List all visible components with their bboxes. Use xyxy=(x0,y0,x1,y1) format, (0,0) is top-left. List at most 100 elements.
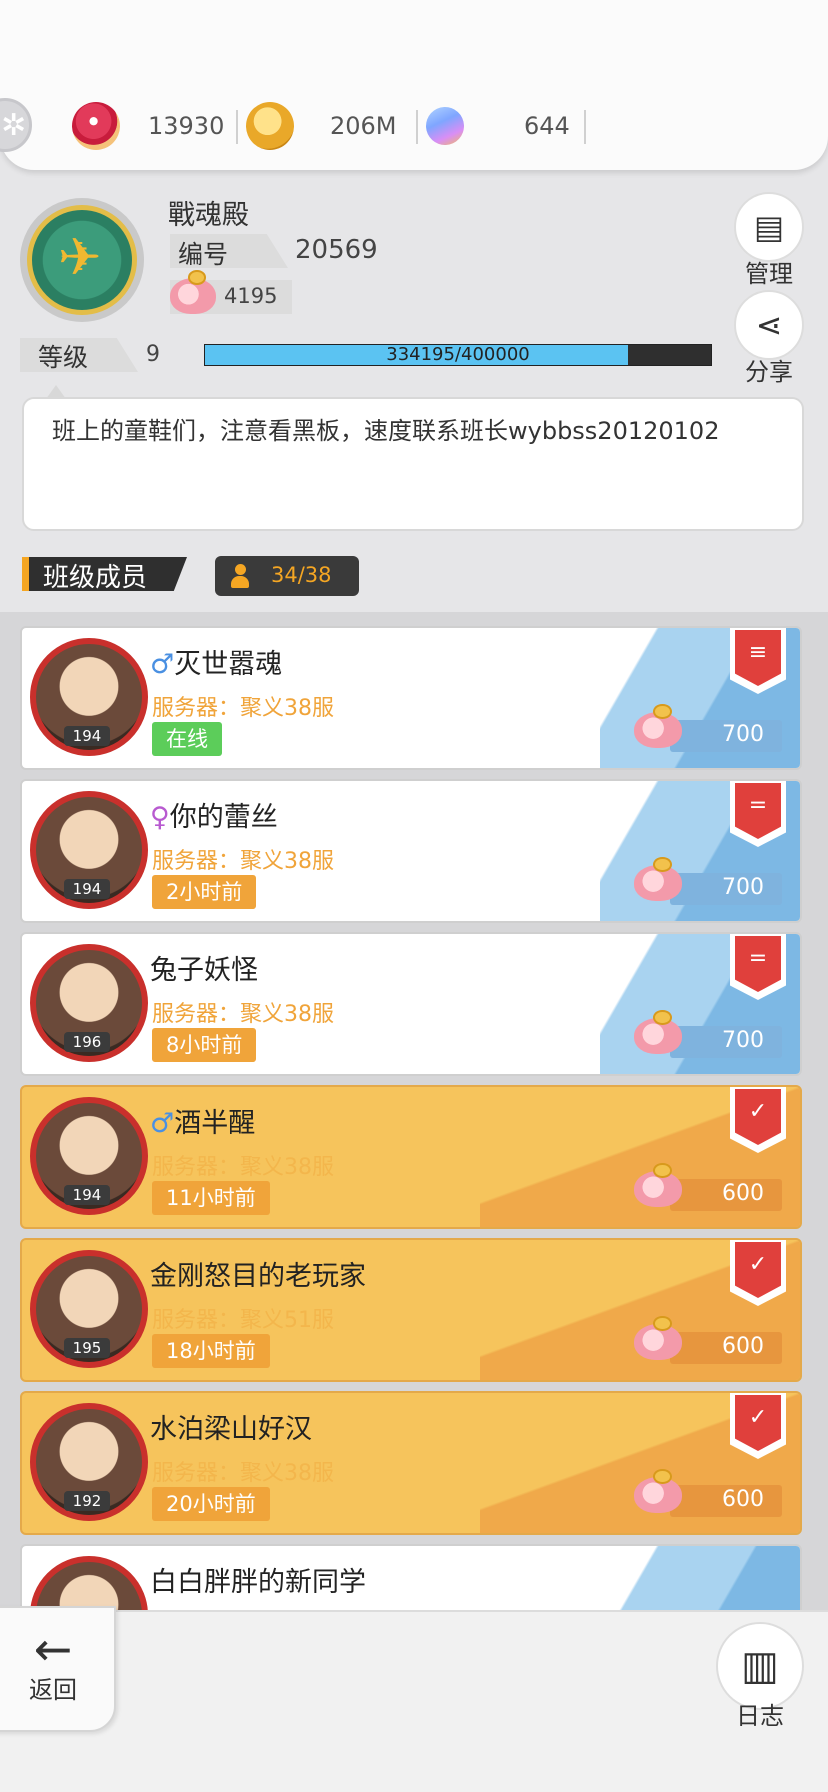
currency-bar: 13930 206M 644 xyxy=(0,0,828,170)
member-name-text: 你的蕾丝 xyxy=(169,802,278,833)
gem-icon xyxy=(420,101,470,151)
member-level: 194 xyxy=(64,1185,110,1205)
manage-icon: ▤ xyxy=(734,192,804,262)
member-name-text: 兔子妖怪 xyxy=(150,955,258,986)
member-card[interactable]: 194 ♂灭世嚣魂 服务器：聚义38服 在线 ≡ 700 xyxy=(20,626,802,770)
back-label: 返回 xyxy=(29,1676,77,1704)
member-card[interactable]: 白白胖胖的新同学 xyxy=(20,1544,802,1612)
ruby-currency[interactable]: 13930 xyxy=(72,102,238,150)
gold-value: 206M xyxy=(330,112,397,140)
id-label: 编号 xyxy=(178,240,229,269)
contribution-value: 700 xyxy=(722,722,764,747)
member-card[interactable]: 196 兔子妖怪 服务器：聚义38服 8小时前 = 700 xyxy=(20,932,802,1076)
piggy-bank-icon xyxy=(634,1316,682,1360)
piggy-bank-icon xyxy=(634,1163,682,1207)
member-count: 34/38 xyxy=(271,563,332,587)
contribution: 600 xyxy=(634,1163,782,1211)
ruby-icon xyxy=(72,102,120,150)
member-count-badge: 34/38 xyxy=(215,556,359,596)
level-label: 等级 xyxy=(38,343,89,372)
member-name: 白白胖胖的新同学 xyxy=(150,1560,366,1599)
avatar[interactable] xyxy=(30,1556,148,1612)
bottom-bar xyxy=(0,1610,828,1792)
member-list[interactable]: 194 ♂灭世嚣魂 服务器：聚义38服 在线 ≡ 700 194 ♀你的蕾丝 服务器：聚义38… xyxy=(0,612,828,1612)
contribution: 600 xyxy=(634,1316,782,1364)
member-card[interactable]: 195 金刚怒目的老玩家 服务器：聚义51服 18小时前 ✓ 600 xyxy=(20,1238,802,1382)
class-savings: 4195 xyxy=(170,270,292,314)
log-label: 日志 xyxy=(736,1702,784,1730)
class-name: 戰魂殿 xyxy=(168,200,249,231)
member-card[interactable]: 192 水泊梁山好汉 服务器：聚义38服 20小时前 ✓ 600 xyxy=(20,1391,802,1535)
gem-currency[interactable]: 644 xyxy=(420,101,586,151)
log-button[interactable]: ▥ 日志 xyxy=(714,1622,806,1731)
gold-currency[interactable]: 206M xyxy=(246,102,418,150)
gem-value: 644 xyxy=(524,112,570,140)
member-level: 195 xyxy=(64,1338,110,1358)
contribution-value: 700 xyxy=(722,1028,764,1053)
member-name: ♂酒半醒 xyxy=(150,1101,255,1140)
status-badge: 在线 xyxy=(152,722,222,756)
class-id: 20569 xyxy=(295,235,378,265)
member-name-text: 酒半醒 xyxy=(174,1108,256,1139)
ruby-value: 13930 xyxy=(148,112,225,140)
contribution: 600 xyxy=(634,1469,782,1517)
member-server: 服务器：聚义38服 xyxy=(152,1155,334,1180)
piggy-bank-icon xyxy=(170,270,216,314)
level-tag: 等级 xyxy=(20,338,138,372)
back-button[interactable]: ← 返回 xyxy=(0,1606,116,1732)
share-icon: ⋖ xyxy=(734,290,804,360)
member-server: 服务器：聚义38服 xyxy=(152,849,334,874)
piggy-bank-icon xyxy=(634,1010,682,1054)
gender-icon: ♂ xyxy=(150,649,175,680)
status-badge: 11小时前 xyxy=(152,1181,270,1215)
manage-button[interactable]: ▤ 管理 xyxy=(732,192,806,289)
arrow-left-icon: ← xyxy=(33,1622,73,1676)
savings-value: 4195 xyxy=(224,284,278,308)
member-level: 194 xyxy=(64,726,110,746)
class-emblem xyxy=(20,198,144,322)
member-name-text: 白白胖胖的新同学 xyxy=(150,1567,366,1598)
member-server: 服务器：聚义38服 xyxy=(152,696,334,721)
member-name-text: 金刚怒目的老玩家 xyxy=(150,1261,366,1292)
member-server: 服务器：聚义38服 xyxy=(152,1461,334,1486)
contribution: 700 xyxy=(634,857,782,905)
gender-icon: ♀ xyxy=(150,802,170,833)
member-server: 服务器：聚义51服 xyxy=(152,1308,334,1333)
manage-label: 管理 xyxy=(745,260,793,288)
member-server: 服务器：聚义38服 xyxy=(152,1002,334,1027)
gender-icon: ♂ xyxy=(150,1108,175,1139)
share-button[interactable]: ⋖ 分享 xyxy=(732,290,806,387)
member-name: 水泊梁山好汉 xyxy=(150,1407,312,1446)
members-section-title: 班级成员 xyxy=(22,557,187,591)
person-icon xyxy=(231,564,249,588)
member-name: 兔子妖怪 xyxy=(150,948,258,987)
paper-crane-icon xyxy=(27,205,137,315)
class-notice: 班上的童鞋们，注意看黑板，速度联系班长wybbss20120102 xyxy=(22,385,804,531)
gold-coin-icon xyxy=(246,102,294,150)
contribution: 700 xyxy=(634,704,782,752)
contribution: 700 xyxy=(634,1010,782,1058)
status-badge: 20小时前 xyxy=(152,1487,270,1521)
member-name: ♀你的蕾丝 xyxy=(150,795,278,834)
member-name-text: 水泊梁山好汉 xyxy=(150,1414,312,1445)
member-name-text: 灭世嚣魂 xyxy=(174,649,283,680)
member-name: ♂灭世嚣魂 xyxy=(150,642,282,681)
status-badge: 8小时前 xyxy=(152,1028,257,1062)
member-level: 192 xyxy=(64,1491,110,1511)
xp-text: 334195/400000 xyxy=(386,344,530,365)
contribution-value: 600 xyxy=(722,1487,764,1512)
contribution-value: 600 xyxy=(722,1334,764,1359)
status-badge: 18小时前 xyxy=(152,1334,270,1368)
share-label: 分享 xyxy=(745,358,793,386)
status-badge: 2小时前 xyxy=(152,875,257,909)
member-level: 196 xyxy=(64,1032,110,1052)
xp-progress-bar: 334195/400000 xyxy=(204,344,712,366)
piggy-bank-icon xyxy=(634,704,682,748)
member-level: 194 xyxy=(64,879,110,899)
member-card[interactable]: 194 ♂酒半醒 服务器：聚义38服 11小时前 ✓ 600 xyxy=(20,1085,802,1229)
contribution-value: 600 xyxy=(722,1181,764,1206)
level-value: 9 xyxy=(146,342,160,367)
id-tag: 编号 xyxy=(170,234,288,268)
settings-icon[interactable] xyxy=(0,98,32,152)
member-card[interactable]: 194 ♀你的蕾丝 服务器：聚义38服 2小时前 = 700 xyxy=(20,779,802,923)
